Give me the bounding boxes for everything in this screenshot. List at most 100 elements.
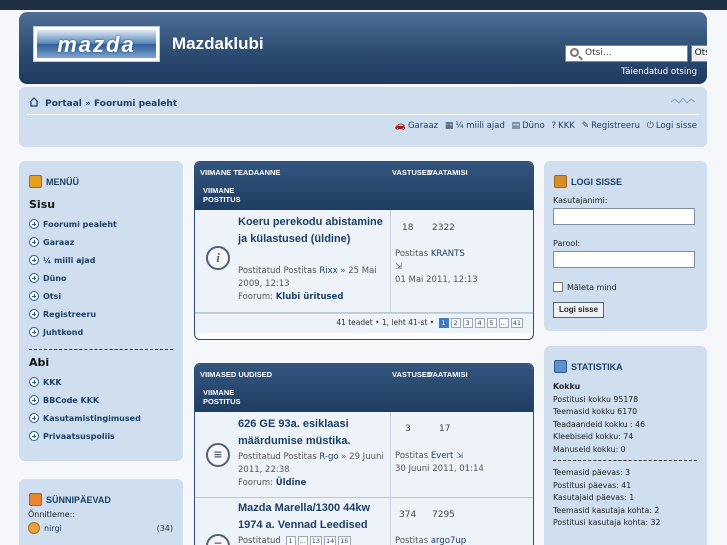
grid-icon: ▦ xyxy=(444,121,454,131)
quarter-mile-link[interactable]: ▦ ¼ miili ajad xyxy=(445,121,505,131)
table-row: ≡ Mazda Marella/1300 44kw 1974 a. Vennad… xyxy=(195,498,533,545)
menu-item-label: Foorumi pealeht xyxy=(43,219,117,229)
plus-icon xyxy=(29,291,39,301)
menu-item[interactable]: Kasutamistingimused xyxy=(29,409,183,427)
site-logo[interactable]: mazda xyxy=(33,26,160,62)
dyno-link[interactable]: ▤ Düno xyxy=(512,121,545,131)
cake-icon xyxy=(29,493,42,506)
topic-meta: Postitatud Postitas Rixx » 25 Mai 2009, … xyxy=(238,266,377,302)
table-row: ≡ 626 GE 93a. esiklaasi määrdumise müsti… xyxy=(195,412,533,498)
page-link[interactable]: 4 xyxy=(474,318,485,328)
logo-text: mazda xyxy=(57,32,136,57)
breadcrumb-portal[interactable]: Portaal xyxy=(45,99,82,109)
menu-item[interactable]: Privaatsuspoliis xyxy=(29,427,183,445)
menu-item[interactable]: Düno xyxy=(29,269,183,287)
statistics-title: STATISTIKA xyxy=(544,346,707,373)
page-link[interactable]: 5 xyxy=(486,318,497,328)
forum-link[interactable]: Klubi üritused xyxy=(276,292,344,302)
page-link[interactable]: 41 xyxy=(510,318,523,328)
garage-link[interactable]: 🚗 Garaaz xyxy=(395,121,438,131)
plus-icon xyxy=(29,395,39,405)
decoration-icon xyxy=(671,97,695,104)
menu-item-label: Juhtkond xyxy=(43,327,84,337)
stat-line: Postitusi kokku 95178 xyxy=(553,394,639,404)
car-icon: 🚗 xyxy=(394,121,406,131)
last-post-icon: ⇲ xyxy=(456,451,464,461)
author-link[interactable]: R-go xyxy=(319,452,338,462)
plus-icon xyxy=(29,413,39,423)
home-icon xyxy=(29,97,39,107)
menu-item-label: KKK xyxy=(43,377,62,387)
menu-item[interactable]: KKK xyxy=(29,373,183,391)
menu-item-label: Registreeru xyxy=(43,309,97,319)
menu-item-label: Privaatsuspoliis xyxy=(43,431,115,441)
page-link[interactable]: ... xyxy=(297,536,308,545)
user-icon xyxy=(28,522,40,534)
replies-count: 3 xyxy=(405,424,411,434)
faq-link[interactable]: ? KKK xyxy=(551,121,575,131)
login-title: LOGI SISSE xyxy=(544,161,707,188)
breadcrumb: Portaal » Foorumi pealeht xyxy=(29,97,177,109)
views-count: 7295 xyxy=(432,510,455,520)
plus-icon xyxy=(29,273,39,283)
menu-section-help: Abi xyxy=(29,356,50,369)
menu-item[interactable]: Juhtkond xyxy=(29,323,183,341)
stat-line: Kleebiseid kokku: 74 xyxy=(553,432,634,441)
page-link[interactable]: 1 xyxy=(438,318,449,328)
register-link[interactable]: ✎ Registreeru xyxy=(582,121,640,131)
remember-me-checkbox[interactable]: Mäleta mind xyxy=(553,282,707,292)
table-header: VIIMANE TEADAANNE VASTUSED VAATAMISI VII… xyxy=(195,162,533,210)
last-post: Postitas Evert ⇲ 30 Juuni 2011, 01:14 xyxy=(395,451,484,474)
latest-news-box: VIIMASED UUDISED VASTUSED VAATAMISI VIIM… xyxy=(194,363,534,545)
author-link[interactable]: Rixx xyxy=(319,266,337,276)
last-author-link[interactable]: argo7up xyxy=(431,536,466,545)
topic-title[interactable]: 626 GE 93a. esiklaasi määrdumise müstika… xyxy=(238,416,388,450)
last-author-link[interactable]: KRANTS xyxy=(431,249,465,259)
register-icon: ✎ xyxy=(581,121,590,131)
page-link[interactable]: 13 xyxy=(309,536,322,545)
last-author-link[interactable]: Evert xyxy=(431,451,453,461)
advanced-search-link[interactable]: Täiendatud otsing xyxy=(621,67,697,77)
views-count: 17 xyxy=(439,424,451,434)
login-panel: LOGI SISSE Kasutajanimi: Parool: Mäleta … xyxy=(544,161,707,331)
page-link[interactable]: 3 xyxy=(462,318,473,328)
menu-panel: MENÜÜ Sisu Foorumi pealeht Garaaz ¼ miili … xyxy=(19,161,183,461)
birthdays-title: SÜNNIPÄEVAD xyxy=(19,479,183,506)
menu-item[interactable]: BBCode KKK xyxy=(29,391,183,409)
menu-item[interactable]: Otsi xyxy=(29,287,183,305)
navbar: Portaal » Foorumi pealeht 🚗 Garaaz ▦ ¼ mii… xyxy=(19,87,707,147)
menu-icon xyxy=(29,175,42,188)
stat-line: Teemasid päevas: 3 xyxy=(553,468,631,477)
login-link[interactable]: ⏻ Logi sisse xyxy=(647,121,697,131)
stat-line: Teemasid kokku 6170 xyxy=(553,407,638,416)
forum-link[interactable]: Üldine xyxy=(276,478,307,488)
search-button[interactable]: Otsi xyxy=(691,45,707,62)
birthdays-panel: SÜNNIPÄEVAD Õnnitleme:: nirgi (34) xyxy=(19,479,183,545)
search-input[interactable]: Otsi… xyxy=(565,45,688,62)
menu-item[interactable]: Foorumi pealeht xyxy=(29,215,183,233)
menu-section-content: Sisu xyxy=(29,198,56,211)
menu-item[interactable]: Garaaz xyxy=(29,233,183,251)
page-link[interactable]: ... xyxy=(498,318,509,328)
page-link[interactable]: 14 xyxy=(324,536,337,545)
topic-title[interactable]: Mazda Marella/1300 44kw 1974 a. Vennad L… xyxy=(238,500,388,534)
page-link[interactable]: 15 xyxy=(338,536,351,545)
password-field[interactable] xyxy=(553,251,695,268)
birthday-user[interactable]: nirgi (34) xyxy=(28,522,183,534)
stats-total-head: Kokku xyxy=(553,382,581,391)
breadcrumb-forum-index[interactable]: Foorumi pealeht xyxy=(94,99,177,109)
replies-count: 374 xyxy=(399,510,417,520)
page-link[interactable]: 2 xyxy=(450,318,461,328)
login-submit-button[interactable]: Logi sisse xyxy=(553,302,604,318)
username-field[interactable] xyxy=(553,208,695,225)
info-icon: i xyxy=(206,246,230,270)
site-header: mazda Mazdaklubi Otsi… Otsi Täiendatud o… xyxy=(19,12,707,84)
topic-title[interactable]: Koeru perekodu abistamine ja külastused … xyxy=(238,214,388,248)
statistics-panel: STATISTIKA Kokku Postitusi kokku 95178 Te… xyxy=(544,346,707,545)
menu-item[interactable]: Registreeru xyxy=(29,305,183,323)
site-title[interactable]: Mazdaklubi xyxy=(172,34,264,54)
page-link[interactable]: 1 xyxy=(285,536,296,545)
stats-icon xyxy=(554,360,567,373)
menu-item[interactable]: ¼ miili ajad xyxy=(29,251,183,269)
pagination: 41 teadet • 1, leht 41-st • 1 2 3 4 5... 41 xyxy=(195,313,533,333)
